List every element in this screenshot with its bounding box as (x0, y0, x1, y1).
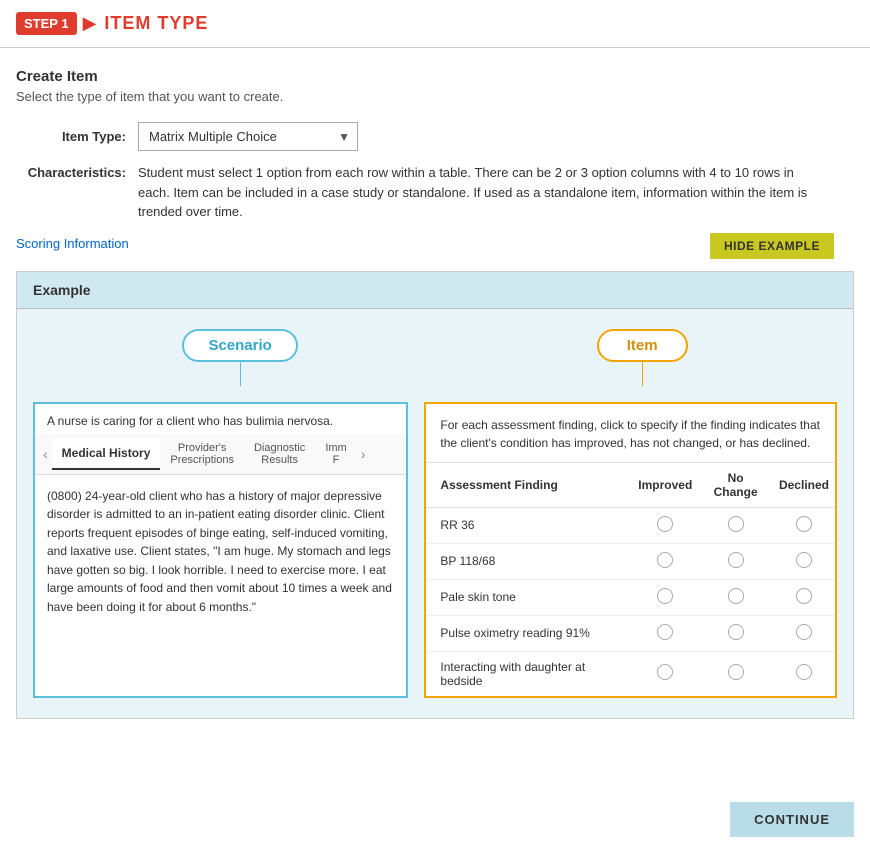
finding-cell: Pale skin tone (426, 579, 632, 615)
scenario-tab-prescriptions[interactable]: Provider'sPrescriptions (160, 434, 244, 474)
tab-next-button[interactable]: › (357, 440, 370, 468)
finding-cell: Pulse oximetry reading 91% (426, 615, 632, 651)
scenario-tab-imm[interactable]: ImmF (315, 434, 356, 474)
radio-improved-row-1[interactable] (632, 543, 698, 579)
scenario-label: Scenario (182, 329, 297, 362)
radio-circle-no-change[interactable] (728, 624, 744, 640)
radio-circle-no-change[interactable] (728, 664, 744, 680)
arrow-icon: ▶ (83, 13, 97, 34)
example-header: Example (17, 272, 853, 309)
page-title: ITEM TYPE (104, 13, 208, 34)
radio-improved-row-4[interactable] (632, 651, 698, 696)
create-item-title: Create Item (16, 68, 854, 85)
scenario-tab-medical-history[interactable]: Medical History (52, 438, 161, 470)
col-header-declined: Declined (773, 463, 835, 508)
hide-example-button[interactable]: HIDE EXAMPLE (710, 233, 834, 259)
page-header: STEP 1 ▶ ITEM TYPE (0, 0, 870, 48)
radio-circle-declined[interactable] (796, 624, 812, 640)
item-type-select-wrapper: Matrix Multiple Choice Multiple Choice S… (138, 122, 358, 151)
radio-declined-row-4[interactable] (773, 651, 835, 696)
main-content: Create Item Select the type of item that… (0, 48, 870, 759)
labels-row: Scenario Item (33, 329, 837, 386)
radio-improved-row-0[interactable] (632, 507, 698, 543)
radio-circle-improved[interactable] (657, 588, 673, 604)
item-type-label: Item Type: (16, 129, 126, 144)
matrix-table: Assessment Finding Improved No Change De… (426, 463, 835, 696)
radio-circle-declined[interactable] (796, 552, 812, 568)
create-item-subtitle: Select the type of item that you want to… (16, 89, 854, 104)
example-section: Example Scenario Item A nurse is caring … (16, 271, 854, 719)
characteristics-text: Student must select 1 option from each r… (138, 163, 818, 222)
col-header-improved: Improved (632, 463, 698, 508)
scoring-information-link[interactable]: Scoring Information (16, 236, 129, 251)
characteristics-row: Characteristics: Student must select 1 o… (16, 163, 854, 222)
example-body: Scenario Item A nurse is caring for a cl… (17, 309, 853, 718)
item-type-row: Item Type: Matrix Multiple Choice Multip… (16, 122, 854, 151)
example-columns: A nurse is caring for a client who has b… (33, 402, 837, 698)
radio-declined-row-3[interactable] (773, 615, 835, 651)
scenario-tab-diagnostic[interactable]: DiagnosticResults (244, 434, 315, 474)
radio-circle-no-change[interactable] (728, 588, 744, 604)
scenario-tabs: ‹ Medical History Provider'sPrescription… (35, 434, 406, 475)
finding-cell: BP 118/68 (426, 543, 632, 579)
radio-circle-improved[interactable] (657, 624, 673, 640)
continue-button[interactable]: CONTINUE (730, 802, 854, 837)
radio-circle-declined[interactable] (796, 588, 812, 604)
item-panel: For each assessment finding, click to sp… (424, 402, 837, 698)
radio-no-change-row-2[interactable] (698, 579, 773, 615)
table-row: RR 36 (426, 507, 835, 543)
item-label: Item (597, 329, 688, 362)
scenario-content: (0800) 24-year-old client who has a hist… (35, 475, 406, 629)
radio-declined-row-0[interactable] (773, 507, 835, 543)
radio-no-change-row-3[interactable] (698, 615, 773, 651)
radio-circle-improved[interactable] (657, 664, 673, 680)
table-row: BP 118/68 (426, 543, 835, 579)
table-row: Interacting with daughter at bedside (426, 651, 835, 696)
col-header-no-change: No Change (698, 463, 773, 508)
radio-circle-no-change[interactable] (728, 552, 744, 568)
finding-cell: RR 36 (426, 507, 632, 543)
radio-circle-no-change[interactable] (728, 516, 744, 532)
radio-no-change-row-4[interactable] (698, 651, 773, 696)
radio-no-change-row-1[interactable] (698, 543, 773, 579)
continue-button-row: CONTINUE (730, 802, 854, 837)
radio-declined-row-1[interactable] (773, 543, 835, 579)
scenario-panel: A nurse is caring for a client who has b… (33, 402, 408, 698)
radio-declined-row-2[interactable] (773, 579, 835, 615)
radio-no-change-row-0[interactable] (698, 507, 773, 543)
scenario-intro: A nurse is caring for a client who has b… (35, 404, 406, 434)
radio-circle-improved[interactable] (657, 516, 673, 532)
col-header-finding: Assessment Finding (426, 463, 632, 508)
radio-circle-improved[interactable] (657, 552, 673, 568)
radio-improved-row-3[interactable] (632, 615, 698, 651)
finding-cell: Interacting with daughter at bedside (426, 651, 632, 696)
item-type-select[interactable]: Matrix Multiple Choice Multiple Choice S… (138, 122, 358, 151)
table-row: Pale skin tone (426, 579, 835, 615)
item-intro: For each assessment finding, click to sp… (426, 404, 835, 463)
characteristics-label: Characteristics: (16, 163, 126, 180)
radio-circle-declined[interactable] (796, 516, 812, 532)
radio-improved-row-2[interactable] (632, 579, 698, 615)
radio-circle-declined[interactable] (796, 664, 812, 680)
table-row: Pulse oximetry reading 91% (426, 615, 835, 651)
tab-prev-button[interactable]: ‹ (39, 440, 52, 468)
step-badge: STEP 1 (16, 12, 77, 35)
